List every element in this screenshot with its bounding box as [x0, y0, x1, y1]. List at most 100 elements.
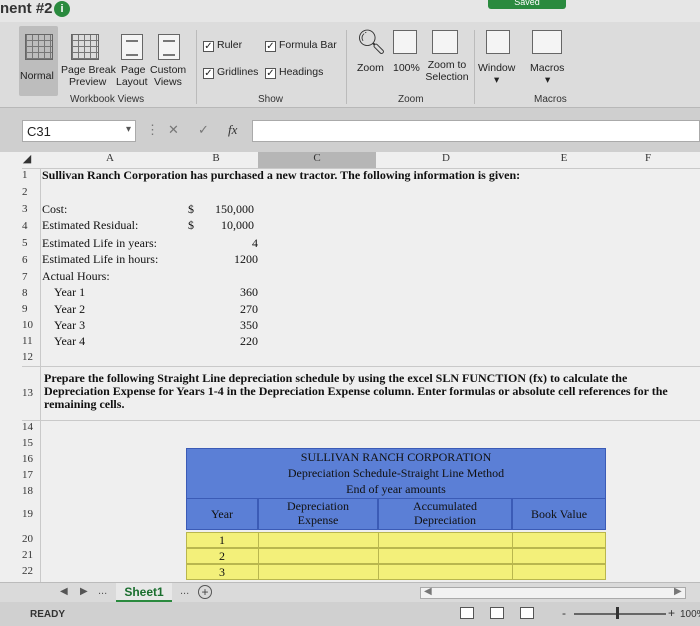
worksheet-grid[interactable]: ◢ A B C D E F 1 2 3 4 5 6 7 8 9 10 11 12…	[0, 152, 700, 582]
row-header[interactable]: 1	[22, 169, 40, 181]
cell-a13-instructions[interactable]: Prepare the following Straight Line depr…	[44, 372, 692, 411]
row-header[interactable]: 22	[22, 565, 40, 577]
column-header-e[interactable]: E	[544, 152, 584, 166]
cell-b4[interactable]: 10,000	[200, 218, 254, 233]
column-header-b[interactable]: B	[196, 152, 236, 166]
window-button[interactable]: Window	[478, 62, 515, 74]
zoom-to-selection-label-2[interactable]: Selection	[424, 71, 470, 83]
cell-a11[interactable]: Year 4	[54, 334, 85, 349]
column-header-c[interactable]: C	[297, 152, 337, 166]
macros-button[interactable]: Macros	[530, 62, 564, 74]
more-sheets-left[interactable]: ...	[98, 585, 107, 597]
zoom-to-selection-icon[interactable]	[432, 30, 458, 54]
row-header[interactable]: 2	[22, 186, 40, 198]
row-header[interactable]: 9	[22, 303, 40, 315]
chevron-down-icon[interactable]: ▾	[494, 74, 499, 86]
zoom-magnifier-icon[interactable]: 🔍︎	[356, 28, 386, 57]
sheet-tab-sheet1[interactable]: Sheet1	[116, 583, 172, 602]
zoom-to-selection-label-1[interactable]: Zoom to	[424, 59, 470, 71]
window-icon[interactable]	[486, 30, 510, 54]
zoom-slider[interactable]	[574, 613, 666, 615]
function-icon[interactable]: fx	[228, 122, 237, 138]
row-header[interactable]: 19	[22, 508, 40, 520]
more-options-icon[interactable]: ⋮	[146, 122, 159, 138]
row-header[interactable]: 3	[22, 203, 40, 215]
prev-sheet-icon[interactable]: ◀	[60, 586, 68, 597]
page-layout-status-icon[interactable]	[490, 607, 504, 619]
row-header[interactable]: 5	[22, 237, 40, 249]
headings-checkbox[interactable]: ✓ Headings	[265, 66, 323, 79]
zoom-in-button[interactable]: +	[668, 606, 675, 620]
page-layout-icon[interactable]	[121, 34, 143, 60]
enter-icon[interactable]: ✓	[198, 122, 209, 138]
column-header-f[interactable]: F	[628, 152, 668, 166]
cell-b8[interactable]: 360	[200, 285, 258, 300]
row-header[interactable]: 17	[22, 469, 40, 481]
chevron-down-icon[interactable]: ▾	[126, 124, 131, 135]
row-header[interactable]: 11	[22, 335, 40, 347]
zoom-100-button[interactable]: 100%	[393, 62, 420, 74]
cell-a10[interactable]: Year 3	[54, 318, 85, 333]
row-header[interactable]: 10	[22, 319, 40, 331]
cell-b5[interactable]: 4	[200, 236, 258, 251]
cell-b6[interactable]: 1200	[200, 252, 258, 267]
cell-b9[interactable]: 270	[200, 302, 258, 317]
cancel-icon[interactable]: ✕	[168, 122, 179, 138]
row-header[interactable]: 16	[22, 453, 40, 465]
formula-bar-checkbox[interactable]: ✓ Formula Bar	[265, 39, 337, 52]
year-cell-1[interactable]: 1	[186, 534, 258, 547]
zoom-slider-handle[interactable]	[616, 607, 619, 619]
cell-b3-currency[interactable]: $	[188, 202, 194, 217]
gridlines-checkbox[interactable]: ✓ Gridlines	[203, 66, 258, 79]
year-cell-3[interactable]: 3	[186, 566, 258, 579]
cell-a7[interactable]: Actual Hours:	[42, 269, 110, 284]
row-header[interactable]: 13	[22, 387, 40, 399]
row-header[interactable]: 6	[22, 254, 40, 266]
cell-b3[interactable]: 150,000	[200, 202, 254, 217]
next-sheet-icon[interactable]: ▶	[80, 586, 88, 597]
page-break-preview-icon[interactable]	[71, 34, 99, 60]
normal-view-status-icon[interactable]	[460, 607, 474, 619]
cell-b4-currency[interactable]: $	[188, 218, 194, 233]
name-box[interactable]: C31 ▾	[22, 120, 136, 142]
row-header[interactable]: 7	[22, 271, 40, 283]
grid-line	[22, 366, 700, 367]
cell-a8[interactable]: Year 1	[54, 285, 85, 300]
cell-a3[interactable]: Cost:	[42, 202, 67, 217]
row-header[interactable]: 14	[22, 421, 40, 433]
horizontal-scrollbar[interactable]	[420, 587, 686, 599]
row-header[interactable]: 12	[22, 351, 40, 363]
row-header[interactable]: 8	[22, 287, 40, 299]
cell-a6[interactable]: Estimated Life in hours:	[42, 252, 158, 267]
cell-a4[interactable]: Estimated Residual:	[42, 218, 138, 233]
zoom-button[interactable]: Zoom	[357, 62, 384, 74]
add-sheet-button[interactable]: +	[198, 585, 212, 599]
zoom-100-icon[interactable]	[393, 30, 417, 54]
info-icon[interactable]: i	[54, 1, 70, 17]
column-header-a[interactable]: A	[90, 152, 130, 166]
cell-a5[interactable]: Estimated Life in years:	[42, 236, 157, 251]
macros-icon[interactable]	[532, 30, 562, 54]
formula-input[interactable]	[252, 120, 700, 142]
row-header[interactable]: 21	[22, 549, 40, 561]
custom-views-icon[interactable]	[158, 34, 180, 60]
column-header-d[interactable]: D	[426, 152, 466, 166]
select-all-corner[interactable]: ◢	[22, 152, 32, 166]
row-header[interactable]: 20	[22, 533, 40, 545]
cell-a9[interactable]: Year 2	[54, 302, 85, 317]
more-sheets-right[interactable]: ...	[180, 585, 189, 597]
year-cell-2[interactable]: 2	[186, 550, 258, 563]
cell-b11[interactable]: 220	[200, 334, 258, 349]
cell-a1[interactable]: Sullivan Ranch Corporation has purchased…	[42, 168, 520, 183]
zoom-out-button[interactable]: -	[562, 606, 566, 620]
scroll-right-icon[interactable]: ▶	[674, 586, 682, 597]
ruler-checkbox[interactable]: ✓ Ruler	[203, 39, 242, 52]
cell-b10[interactable]: 350	[200, 318, 258, 333]
chevron-down-icon[interactable]: ▾	[545, 74, 550, 86]
page-break-status-icon[interactable]	[520, 607, 534, 619]
scroll-left-icon[interactable]: ◀	[424, 586, 432, 597]
row-header[interactable]: 4	[22, 220, 40, 232]
row-header[interactable]: 15	[22, 437, 40, 449]
row-header[interactable]: 18	[22, 485, 40, 497]
workbook-views-group-label: Workbook Views	[70, 94, 145, 105]
